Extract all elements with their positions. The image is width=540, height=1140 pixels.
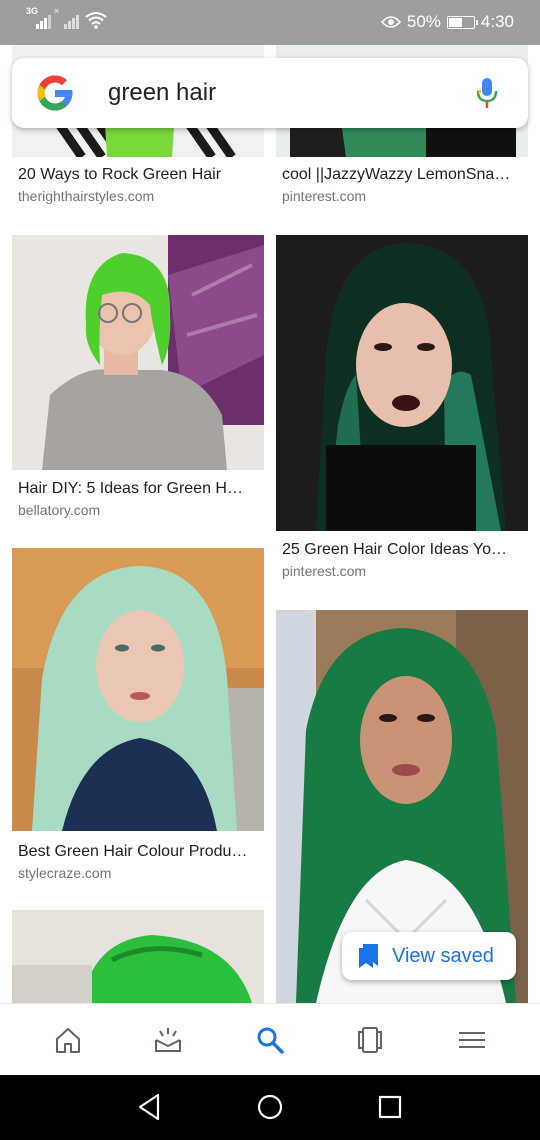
result-thumbnail[interactable] xyxy=(12,548,264,831)
nav-home[interactable] xyxy=(14,1004,122,1076)
result-source: stylecraze.com xyxy=(18,865,112,881)
view-saved-label: View saved xyxy=(392,944,494,967)
nav-menu[interactable] xyxy=(418,1004,526,1076)
battery-fill xyxy=(448,17,462,27)
clock: 4:30 xyxy=(480,12,514,31)
result-title[interactable]: 20 Ways to Rock Green Hair xyxy=(18,165,258,185)
nav-search[interactable] xyxy=(216,1004,324,1076)
result-source: therighthairstyles.com xyxy=(18,188,155,204)
nav-tabs[interactable] xyxy=(316,1004,424,1076)
result-title[interactable]: Best Green Hair Colour Produ… xyxy=(18,842,258,862)
wifi-icon xyxy=(85,12,107,29)
updates-icon xyxy=(155,1028,181,1052)
result-card[interactable]: 25 Green Hair Color Ideas Yo… pinterest.… xyxy=(276,235,528,595)
battery-icon xyxy=(446,15,478,29)
tabs-icon xyxy=(358,1027,382,1053)
bottom-navigation xyxy=(0,1003,540,1075)
result-card[interactable] xyxy=(12,910,264,1003)
signal-icon: 3G xyxy=(26,7,51,29)
result-title[interactable]: cool ||JazzyWazzy LemonSna… xyxy=(282,165,522,185)
result-card[interactable]: Hair DIY: 5 Ideas for Green H… bellatory… xyxy=(12,235,264,535)
recents-icon[interactable] xyxy=(374,1091,406,1123)
result-title[interactable]: Hair DIY: 5 Ideas for Green H… xyxy=(18,479,258,499)
nav-updates[interactable] xyxy=(114,1004,222,1076)
status-bar: 3G × 50% 4:30 xyxy=(0,0,540,45)
system-navigation-bar xyxy=(0,1075,540,1140)
google-logo-icon xyxy=(37,75,73,111)
result-thumbnail[interactable] xyxy=(276,235,528,531)
signal-icon-secondary: × xyxy=(54,7,79,29)
home-circle-icon[interactable] xyxy=(254,1091,286,1123)
status-bar-right: 50% 4:30 xyxy=(380,12,514,32)
search-icon xyxy=(257,1027,284,1054)
result-card[interactable]: Best Green Hair Colour Produ… stylecraze… xyxy=(12,548,264,898)
back-icon[interactable] xyxy=(134,1091,166,1123)
result-thumbnail[interactable] xyxy=(12,235,264,470)
result-thumbnail[interactable] xyxy=(12,910,264,1003)
bookmarks-icon xyxy=(359,944,378,968)
microphone-icon[interactable] xyxy=(474,76,500,110)
home-icon xyxy=(56,1028,80,1053)
result-source: pinterest.com xyxy=(282,563,367,579)
battery-percent: 50% xyxy=(406,12,441,31)
status-bar-left: 3G × xyxy=(26,7,108,29)
result-source: pinterest.com xyxy=(282,188,367,204)
result-source: bellatory.com xyxy=(18,502,101,518)
search-query-text[interactable]: green hair xyxy=(108,78,216,108)
eye-comfort-icon xyxy=(380,16,401,28)
result-title[interactable]: 25 Green Hair Color Ideas Yo… xyxy=(282,540,522,560)
menu-icon xyxy=(459,1032,485,1048)
view-saved-button[interactable]: View saved xyxy=(342,932,516,980)
image-results-grid[interactable]: 20 Ways to Rock Green Hair therighthairs… xyxy=(0,45,540,1003)
search-bar[interactable]: green hair xyxy=(12,58,528,128)
network-type-label: 3G xyxy=(26,6,39,16)
